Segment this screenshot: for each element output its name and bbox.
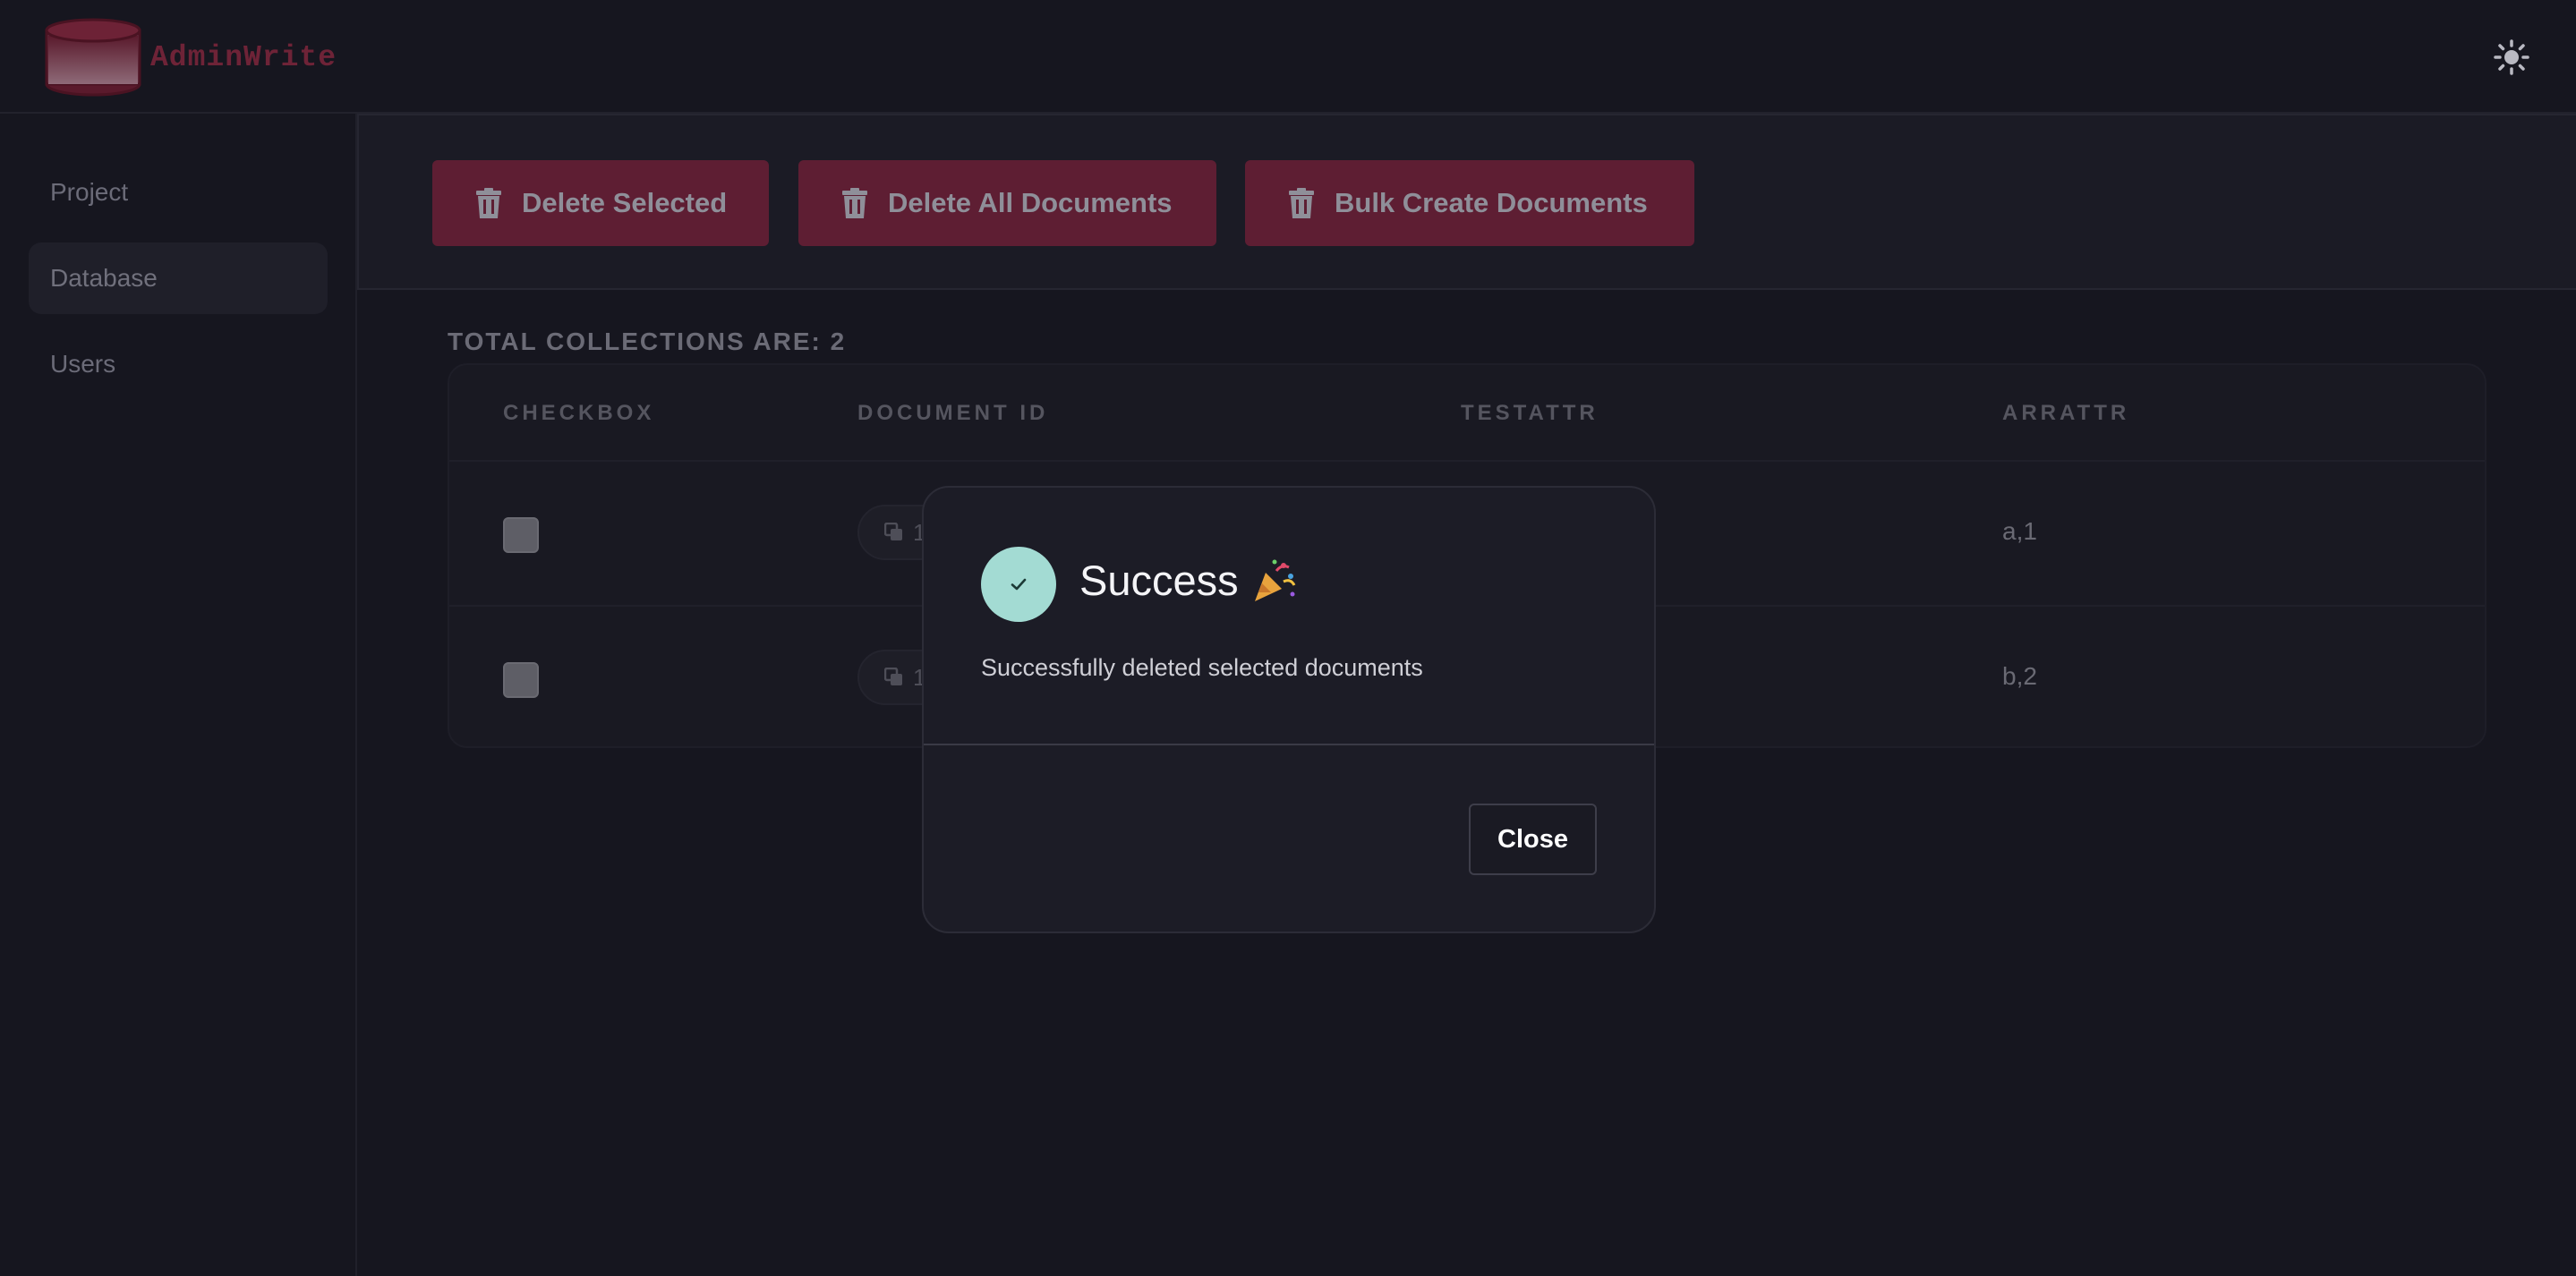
success-check-icon <box>981 547 1056 622</box>
party-popper-icon <box>1254 559 1295 601</box>
column-header-checkbox: CHECKBOX <box>503 401 655 425</box>
column-header-arrattr: ARRATTR <box>2002 401 2130 425</box>
row-divider <box>449 460 2485 462</box>
dialog-divider <box>924 744 1654 745</box>
sun-icon <box>2494 39 2529 75</box>
trash-icon <box>1289 188 1314 218</box>
success-dialog: Success Successfully deleted selected do… <box>922 486 1656 933</box>
arrattr-cell: a,1 <box>2002 517 2037 545</box>
button-label: Bulk Create Documents <box>1335 187 1648 218</box>
column-header-testattr: TESTATTR <box>1461 401 1599 425</box>
delete-selected-button[interactable]: Delete Selected <box>432 160 769 246</box>
sidebar-item-label: Users <box>50 350 116 378</box>
sidebar-item-database[interactable]: Database <box>29 242 328 314</box>
top-bar: AdminWrite <box>0 0 2576 114</box>
delete-all-documents-button[interactable]: Delete All Documents <box>798 160 1216 246</box>
button-label: Delete All Documents <box>888 187 1173 218</box>
row-checkbox[interactable] <box>503 517 539 553</box>
trash-icon <box>476 188 501 218</box>
button-label: Delete Selected <box>522 187 728 218</box>
copy-icon <box>884 523 902 540</box>
app-logo[interactable]: AdminWrite <box>43 18 337 97</box>
app-name: AdminWrite <box>150 40 337 74</box>
arrattr-cell: b,2 <box>2002 662 2037 690</box>
sidebar-item-label: Database <box>50 264 158 292</box>
sidebar: Project Database Users <box>0 114 357 1276</box>
sidebar-item-project[interactable]: Project <box>29 157 328 228</box>
total-collections-label: TOTAL COLLECTIONS ARE: 2 <box>448 328 847 355</box>
trash-icon <box>842 188 867 218</box>
row-checkbox[interactable] <box>503 662 539 698</box>
sidebar-item-label: Project <box>50 178 129 206</box>
dialog-title: Success <box>1079 556 1298 605</box>
sidebar-item-users[interactable]: Users <box>29 328 328 400</box>
toolbar: Delete Selected Delete All Documents Bul… <box>357 114 2576 290</box>
copy-icon <box>884 668 902 685</box>
dialog-message: Successfully deleted selected documents <box>981 654 1423 681</box>
dialog-title-text: Success <box>1079 557 1239 604</box>
database-logo-icon <box>45 18 141 97</box>
close-button[interactable]: Close <box>1469 804 1597 875</box>
column-header-document-id: DOCUMENT ID <box>857 401 1049 425</box>
bulk-create-documents-button[interactable]: Bulk Create Documents <box>1245 160 1694 246</box>
theme-toggle-button[interactable] <box>2494 39 2529 75</box>
